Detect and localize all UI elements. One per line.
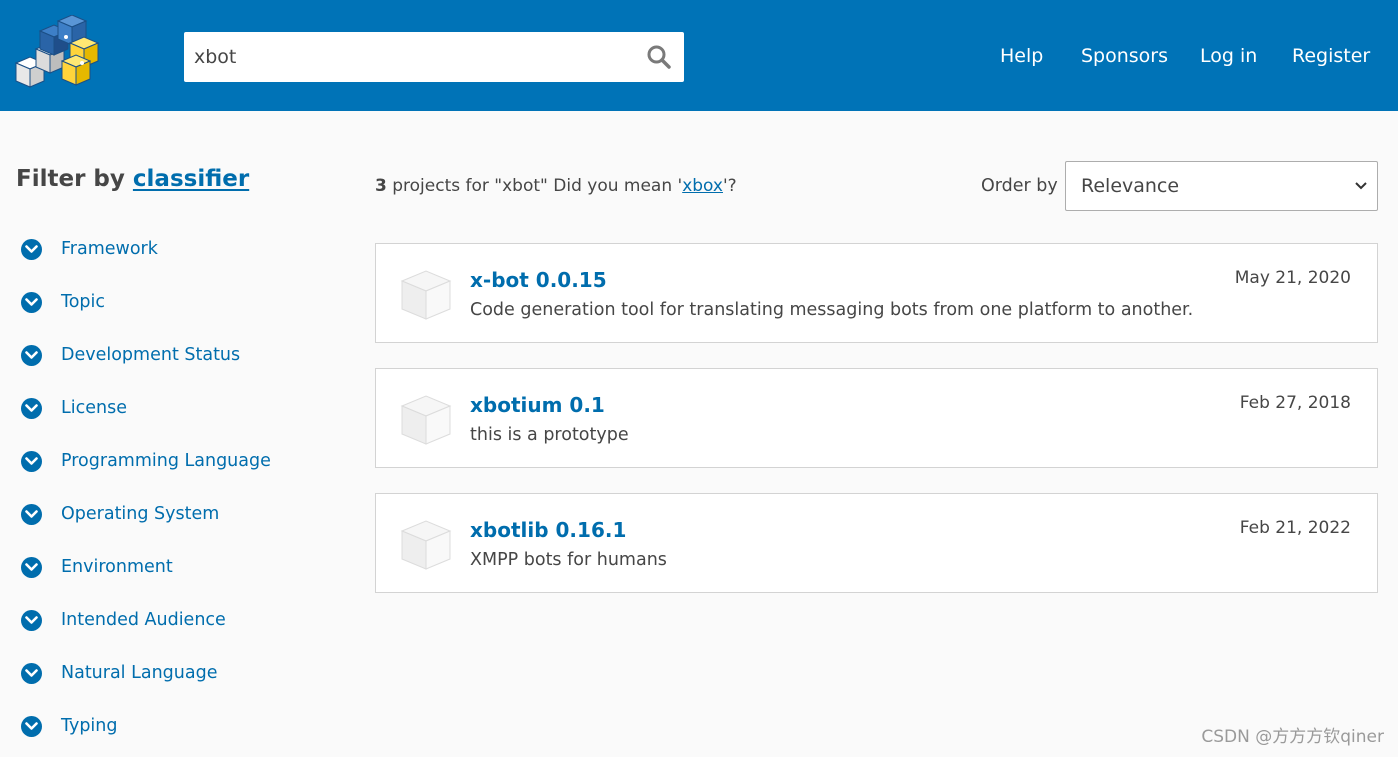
facet-label: Environment	[61, 557, 173, 577]
facet-intended-audience[interactable]: Intended Audience	[21, 604, 226, 636]
package-date: May 21, 2020	[1234, 268, 1351, 288]
search-button[interactable]	[644, 42, 674, 72]
order-by-value: Relevance	[1081, 175, 1180, 197]
package-card[interactable]: xbotium 0.1 this is a prototype Feb 27, 20…	[375, 368, 1378, 468]
chevron-down-icon	[21, 503, 42, 525]
results-summary-text: projects for "xbot" Did you mean '	[386, 176, 683, 196]
watermark: CSDN @方方方钦qiner	[1201, 727, 1384, 747]
facet-label: Development Status	[61, 345, 241, 365]
facet-label: Programming Language	[61, 451, 271, 471]
package-cube-icon	[400, 517, 452, 571]
package-name[interactable]: x-bot 0.0.15	[470, 266, 607, 294]
package-cube-icon	[400, 392, 452, 446]
chevron-down-icon	[21, 556, 42, 578]
facet-operating-system[interactable]: Operating System	[21, 498, 219, 530]
facet-label: Typing	[61, 716, 118, 736]
nav-sponsors-link[interactable]: Sponsors	[1081, 45, 1168, 67]
facet-label: Operating System	[61, 504, 220, 524]
package-name[interactable]: xbotium 0.1	[470, 391, 605, 419]
nav-register[interactable]: Register	[1292, 40, 1370, 72]
chevron-down-icon	[21, 291, 42, 313]
results-summary: 3 projects for "xbot" Did you mean 'xbox…	[375, 172, 737, 200]
results-summary-suffix: '?	[722, 176, 737, 196]
facet-typing[interactable]: Typing	[21, 710, 118, 742]
chevron-down-icon	[21, 662, 42, 684]
facet-topic[interactable]: Topic	[21, 286, 105, 318]
facet-environment[interactable]: Environment	[21, 551, 173, 583]
facet-label: License	[61, 398, 127, 418]
facet-license[interactable]: License	[21, 392, 127, 424]
facet-natural-language[interactable]: Natural Language	[21, 657, 217, 689]
facet-label: Natural Language	[61, 663, 218, 683]
facet-framework[interactable]: Framework	[21, 233, 158, 265]
package-card[interactable]: xbotlib 0.16.1 XMPP bots for humans Feb 21…	[375, 493, 1378, 593]
facet-label: Topic	[61, 292, 106, 312]
nav-register-link[interactable]: Register	[1292, 45, 1370, 67]
nav-help-link[interactable]: Help	[1000, 45, 1043, 67]
pypi-logo-icon[interactable]	[12, 14, 102, 93]
package-name[interactable]: xbotlib 0.16.1	[470, 516, 626, 544]
nav-login[interactable]: Log in	[1200, 40, 1257, 72]
package-description: Code generation tool for translating mes…	[470, 300, 1194, 320]
filter-title: Filter by classifier	[16, 163, 249, 195]
classifier-link[interactable]: classifier	[133, 166, 249, 192]
order-by-label: Order by	[981, 176, 1058, 196]
results-count: 3	[375, 176, 387, 196]
search-box	[184, 32, 684, 82]
package-cube-icon	[400, 267, 452, 321]
search-icon	[647, 45, 671, 69]
facet-development-status[interactable]: Development Status	[21, 339, 240, 371]
site-header: Help Sponsors Log in Register	[0, 0, 1398, 111]
facet-label: Intended Audience	[61, 610, 226, 630]
nav-help[interactable]: Help	[1000, 40, 1043, 72]
nav-login-link[interactable]: Log in	[1200, 45, 1257, 67]
chevron-down-icon	[21, 715, 42, 737]
chevron-down-icon	[21, 238, 42, 260]
chevron-down-icon	[21, 397, 42, 419]
chevron-down-icon	[21, 450, 42, 472]
order-by-select[interactable]: Relevance	[1065, 161, 1378, 211]
facet-label: Framework	[61, 239, 158, 259]
chevron-down-icon	[21, 609, 42, 631]
nav-sponsors[interactable]: Sponsors	[1081, 40, 1168, 72]
facet-programming-language[interactable]: Programming Language	[21, 445, 271, 477]
package-card[interactable]: x-bot 0.0.15 Code generation tool for tra…	[375, 243, 1378, 343]
chevron-down-icon	[21, 344, 42, 366]
package-date: Feb 27, 2018	[1239, 393, 1351, 413]
package-description: this is a prototype	[470, 425, 629, 445]
did-you-mean-link[interactable]: xbox	[682, 176, 723, 196]
select-caret-icon	[1355, 182, 1367, 190]
package-date: Feb 21, 2022	[1239, 518, 1351, 538]
filter-title-prefix: Filter by	[16, 166, 125, 192]
search-input[interactable]	[184, 32, 634, 82]
package-description: XMPP bots for humans	[470, 550, 667, 570]
